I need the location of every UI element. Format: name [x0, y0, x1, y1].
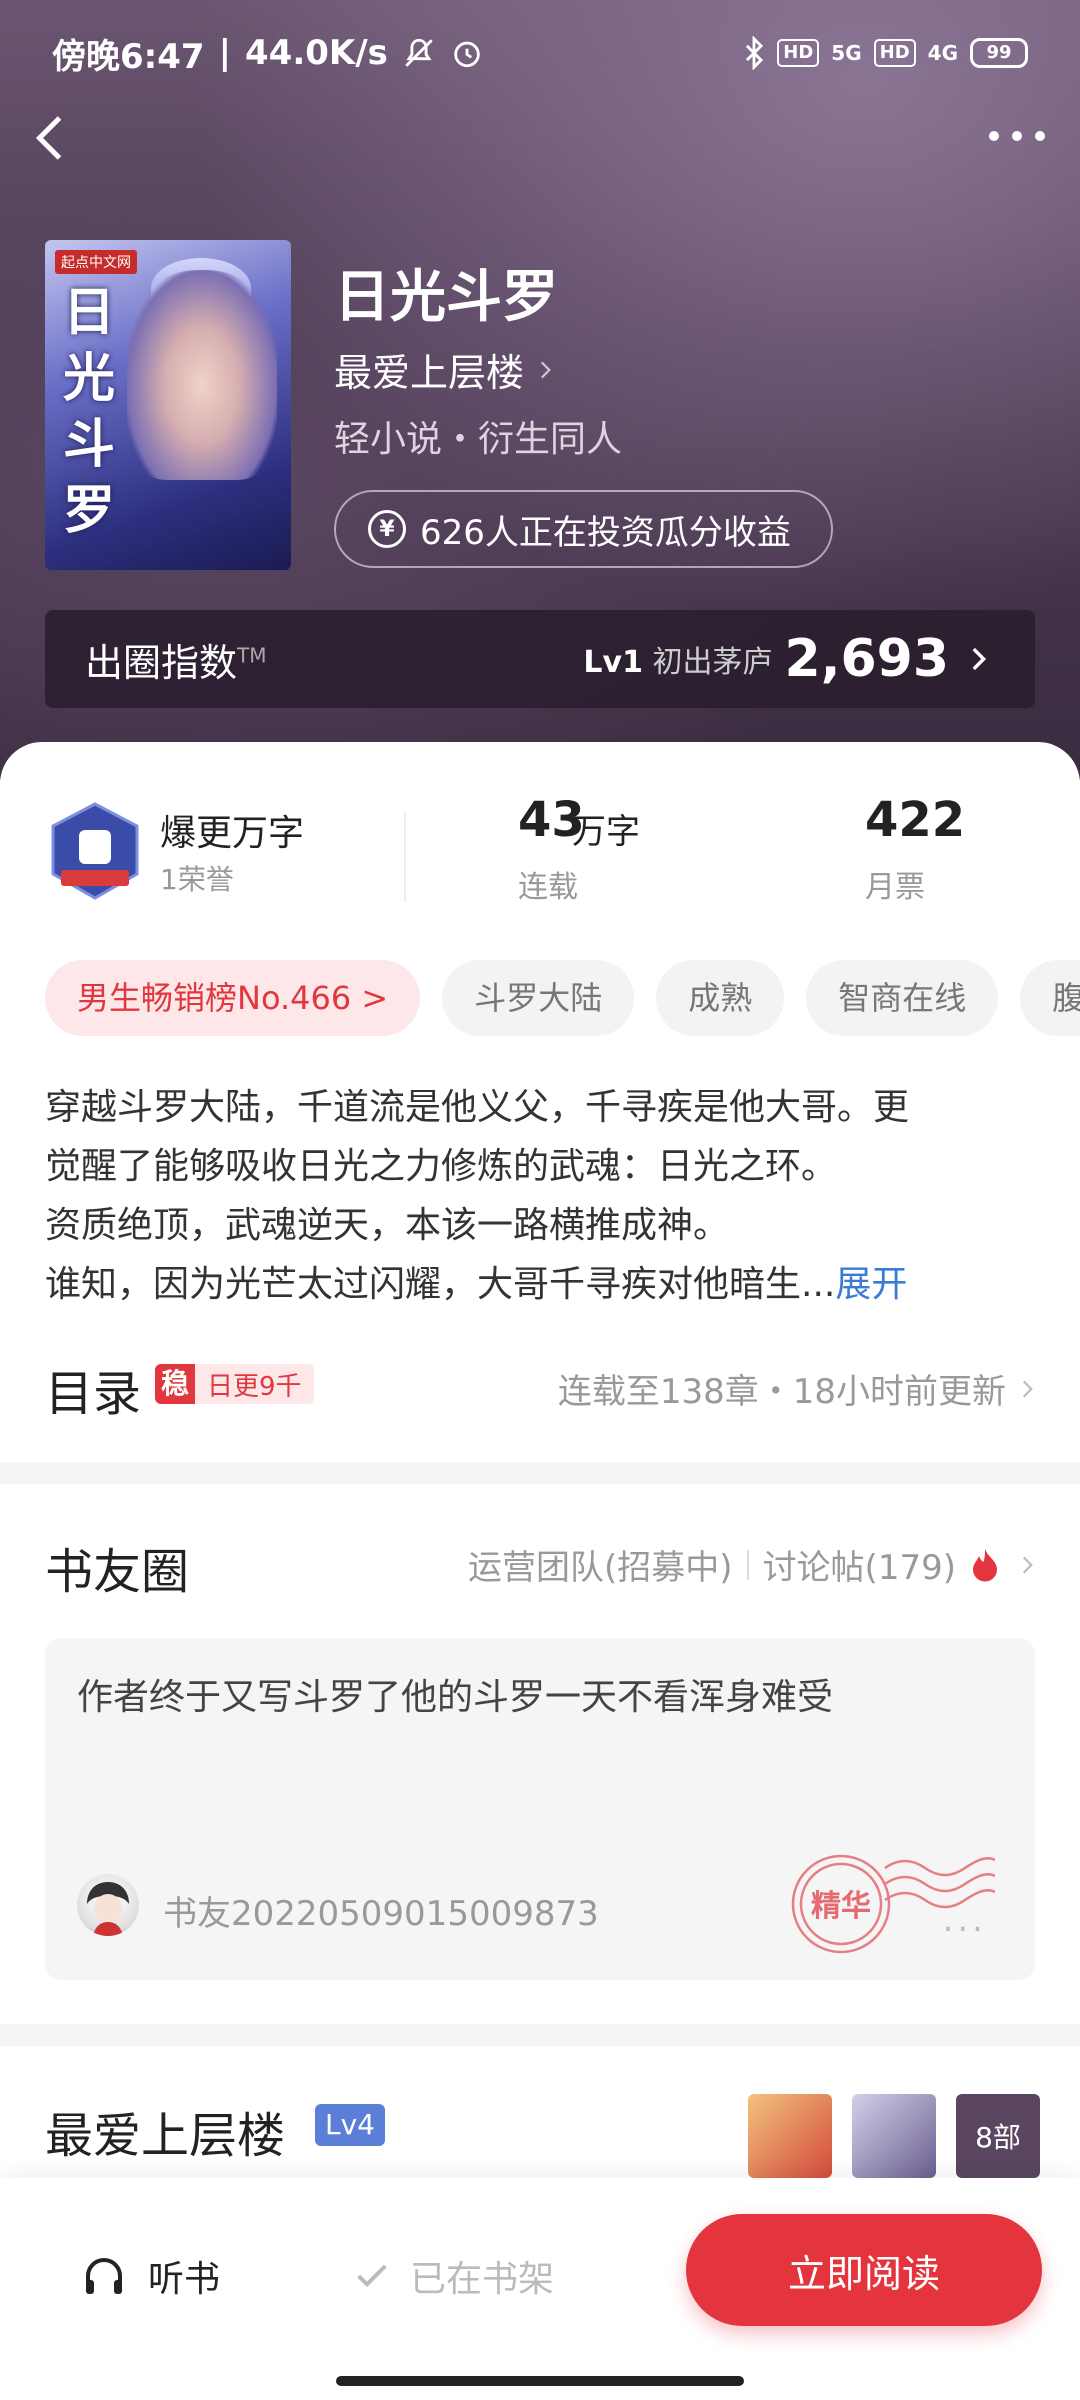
toc-link[interactable]: 连载至138章・18小时前更新	[558, 1364, 1040, 1413]
stable-icon: 稳	[155, 1364, 196, 1404]
tag-item[interactable]: 斗罗大陆	[442, 960, 635, 1036]
cover-character-art	[127, 270, 277, 480]
more-button[interactable]	[982, 116, 1052, 156]
tag-item[interactable]: 智商在线	[806, 960, 999, 1036]
chevron-right-icon	[972, 647, 987, 671]
fire-icon	[973, 1548, 997, 1581]
listen-button[interactable]: 听书	[80, 2250, 220, 2302]
author-section-title[interactable]: 最爱上层楼	[45, 2096, 285, 2166]
honor-title: 爆更万字	[160, 813, 305, 854]
on-shelf-label: 已在书架	[410, 2259, 555, 2300]
book-title: 日光斗罗	[334, 264, 558, 330]
hd-badge-2: HD	[873, 39, 916, 67]
chevron-right-icon	[1022, 1556, 1033, 1573]
signal-4g-icon: 4G	[927, 41, 958, 65]
read-now-button[interactable]: 立即阅读	[686, 2214, 1042, 2326]
post-text: 作者终于又写斗罗了他的斗罗一天不看浑身难受	[77, 1677, 834, 1718]
mute-icon	[405, 38, 433, 67]
toc-info: 连载至138章・18小时前更新	[557, 1372, 1006, 1412]
book-detail-card: 爆更万字 1荣誉 43 万字 连载 422 月票 男生畅销榜No.466 > 斗…	[0, 742, 1080, 2400]
chevron-right-icon	[540, 361, 551, 378]
level-code: Lv1	[583, 645, 643, 680]
cover-title: 日光斗罗	[63, 282, 116, 541]
circle-index-level: Lv1 初出茅庐	[583, 637, 772, 681]
stats-divider	[404, 812, 406, 902]
stamp-label: 精华	[811, 1889, 871, 1924]
section-divider	[0, 2024, 1080, 2046]
circle-index-title: 出圈指数	[85, 640, 238, 685]
hd-badge-1: HD	[777, 39, 820, 67]
toc-title[interactable]: 目录	[45, 1354, 141, 1424]
post-more-button[interactable]: ...	[943, 1900, 987, 1940]
trademark-mark: TM	[237, 642, 267, 667]
signal-5g-icon: 5G	[831, 41, 862, 65]
alarm-icon	[454, 41, 480, 68]
status-bar: 傍晚6:47 | 44.0K/s HD 5G HD 4G 99	[52, 28, 1028, 78]
tag-item[interactable]: 腹黑	[1020, 960, 1080, 1036]
invest-button[interactable]: ¥ 626人正在投资瓜分收益	[334, 490, 833, 568]
monthly-tickets[interactable]: 422	[865, 792, 965, 848]
on-shelf-button[interactable]: 已在书架	[352, 2250, 554, 2302]
avatar-image	[87, 1882, 129, 1936]
link-separator	[746, 1549, 749, 1580]
bluetooth-icon	[746, 36, 764, 70]
posts-link[interactable]: 讨论帖(179)	[763, 1540, 956, 1589]
synopsis-line-last: 谁知，因为光芒太过闪耀，大哥千寻疾对他暗生...展开	[45, 1255, 1035, 1314]
update-badge-text: 日更9千	[207, 1371, 302, 1402]
listen-label: 听书	[148, 2259, 221, 2300]
battery-icon: 99	[970, 38, 1028, 68]
author-link[interactable]: 最爱上层楼	[334, 342, 558, 397]
cover-brand: 起点中文网	[55, 250, 137, 274]
book-header: 傍晚6:47 | 44.0K/s HD 5G HD 4G 99 起点中文网 日光…	[0, 0, 1080, 780]
chevron-right-icon	[1022, 1380, 1033, 1397]
word-count-unit: 万字	[572, 812, 640, 852]
synopsis-line: 资质绝顶，武魂逆天，本该一路横推成神。	[45, 1205, 730, 1246]
tags-row: 男生畅销榜No.466 > 斗罗大陆 成熟 智商在线 腹黑	[0, 952, 1080, 1052]
tag-rank[interactable]: 男生畅销榜No.466 >	[45, 960, 421, 1036]
community-title[interactable]: 书友圈	[45, 1532, 189, 1602]
author-books[interactable]: 8部	[748, 2094, 1040, 2178]
expand-link[interactable]: 展开	[835, 1264, 907, 1305]
invest-text: 626人正在投资瓜分收益	[420, 512, 791, 553]
section-divider	[0, 1462, 1080, 1484]
author-name: 最爱上层楼	[334, 351, 525, 395]
honor-count: 1荣誉	[160, 863, 234, 896]
author-book-cover[interactable]	[852, 2094, 936, 2178]
post-username[interactable]: 书友20220509015009873	[163, 1886, 599, 1935]
update-badge: 稳 日更9千	[155, 1364, 314, 1404]
home-indicator[interactable]	[336, 2376, 744, 2386]
author-book-cover[interactable]	[748, 2094, 832, 2178]
book-cover[interactable]: 起点中文网 日光斗罗	[45, 240, 291, 570]
status-speed: 44.0K/s	[245, 33, 388, 73]
circle-index-label: 出圈指数TM	[85, 632, 267, 687]
circle-index-value: 2,693	[784, 629, 949, 689]
status-time: 傍晚6:47	[52, 36, 205, 77]
status-divider: |	[218, 33, 231, 73]
team-link[interactable]: 运营团队(招募中)	[468, 1540, 733, 1589]
circle-index-bar[interactable]: 出圈指数TM Lv1 初出茅庐 2,693	[45, 610, 1035, 708]
headphones-icon	[86, 2258, 122, 2294]
check-icon	[357, 2264, 387, 2288]
back-button[interactable]	[22, 108, 82, 168]
monthly-tickets-label[interactable]: 月票	[865, 862, 925, 906]
synopsis-line: 觉醒了能够吸收日光之力修炼的武魂：日光之环。	[45, 1146, 838, 1187]
synopsis-line: 穿越斗罗大陆，千道流是他义父，千寻疾是他大哥。更	[45, 1087, 910, 1128]
avatar[interactable]	[77, 1874, 139, 1936]
honor-badge-icon	[51, 802, 139, 900]
featured-post[interactable]: 作者终于又写斗罗了他的斗罗一天不看浑身难受 书友2022050901500987…	[45, 1638, 1035, 1980]
stats-row: 爆更万字 1荣誉 43 万字 连载 422 月票	[0, 792, 1080, 912]
author-books-count[interactable]: 8部	[956, 2094, 1040, 2178]
yen-icon: ¥	[368, 510, 406, 548]
author-level-badge: Lv4	[315, 2104, 385, 2146]
chevron-left-icon	[35, 116, 62, 160]
synopsis-line-text: 谁知，因为光芒太过闪耀，大哥千寻疾对他暗生...	[45, 1264, 836, 1305]
word-count-label: 连载	[518, 870, 578, 905]
more-dots-icon	[989, 131, 1045, 141]
community-links[interactable]: 运营团队(招募中) 讨论帖(179)	[468, 1540, 1040, 1589]
level-name: 初出茅庐	[652, 645, 773, 680]
tag-item[interactable]: 成熟	[656, 960, 785, 1036]
synopsis[interactable]: 穿越斗罗大陆，千道流是他义父，千寻疾是他大哥。更 觉醒了能够吸收日光之力修炼的武…	[45, 1078, 1035, 1314]
bottom-action-bar: 听书 已在书架 立即阅读	[0, 2178, 1080, 2400]
book-genre: 轻小说・衍生同人	[334, 419, 623, 460]
